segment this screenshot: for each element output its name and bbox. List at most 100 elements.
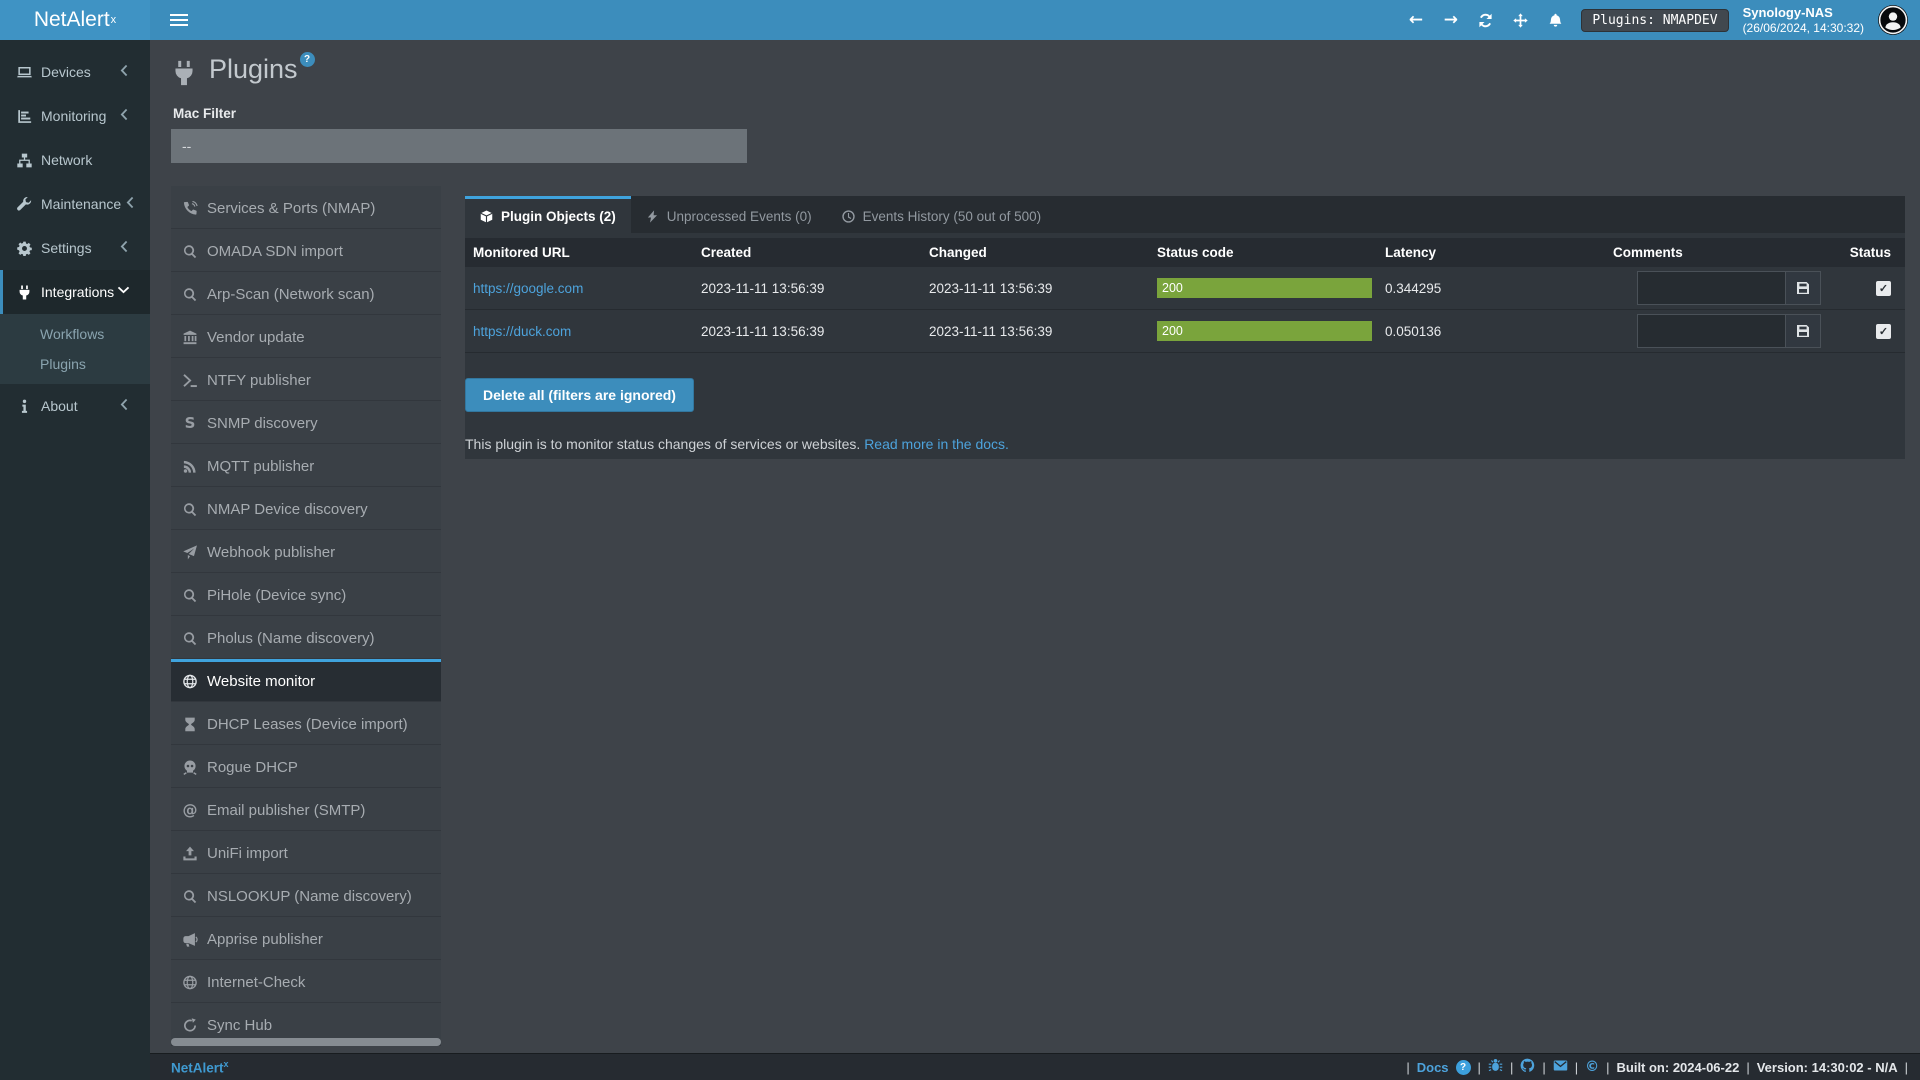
plugin-item-pholus-name-discovery[interactable]: Pholus (Name discovery) [171, 616, 441, 659]
plugin-description: This plugin is to monitor status changes… [465, 436, 1905, 452]
plugins-list-scrollbar[interactable] [171, 1038, 441, 1046]
plugin-item-ntfy-publisher[interactable]: NTFY publisher [171, 358, 441, 401]
plugin-item-nmap-device-discovery[interactable]: NMAP Device discovery [171, 487, 441, 530]
gear-icon [16, 241, 33, 256]
plugin-item-webhook-publisher[interactable]: Webhook publisher [171, 530, 441, 573]
plugin-item-internet-check[interactable]: Internet-Check [171, 960, 441, 1003]
plugin-item-email-publisher-smtp[interactable]: @Email publisher (SMTP) [171, 788, 441, 831]
monitored-url-link[interactable]: https://duck.com [473, 324, 571, 339]
plugin-item-nslookup-name-discovery[interactable]: NSLOOKUP (Name discovery) [171, 874, 441, 917]
save-icon [1796, 324, 1810, 338]
plugin-item-snmp-discovery[interactable]: SSNMP discovery [171, 401, 441, 444]
plugin-item-omada-sdn-import[interactable]: OMADA SDN import [171, 229, 441, 272]
comment-input[interactable] [1637, 314, 1785, 348]
delete-all-button[interactable]: Delete all (filters are ignored) [465, 378, 694, 412]
sidebar-item-about[interactable]: About [0, 384, 150, 428]
chevron-left-icon [115, 63, 140, 81]
plugin-item-arp-scan-network-scan[interactable]: Arp-Scan (Network scan) [171, 272, 441, 315]
chart-icon [16, 109, 33, 124]
chevron-down-icon [115, 283, 140, 301]
sidebar-subitem-plugins[interactable]: Plugins [0, 349, 150, 379]
chevron-left-icon [121, 195, 146, 213]
sidebar-submenu: WorkflowsPlugins [0, 314, 150, 384]
sidebar-subitem-workflows[interactable]: Workflows [0, 319, 150, 349]
mac-filter-label: Mac Filter [173, 106, 236, 121]
plugin-item-vendor-update[interactable]: Vendor update [171, 315, 441, 358]
sidebar-item-settings[interactable]: Settings [0, 226, 150, 270]
plugin-item-label: Vendor update [207, 329, 305, 346]
footer-brand-link[interactable]: NetAlertx [171, 1059, 229, 1076]
cube-icon [480, 210, 493, 223]
main-content: Plugins ? Mac Filter Services & Ports (N… [150, 40, 1920, 1053]
plugin-item-mqtt-publisher[interactable]: MQTT publisher [171, 444, 441, 487]
plugin-item-label: Apprise publisher [207, 931, 323, 948]
plugin-status-badge[interactable]: Plugins: NMAPDEV [1581, 9, 1728, 32]
envelope-icon[interactable] [1553, 1058, 1568, 1077]
help-badge[interactable]: ? [300, 52, 315, 67]
search-icon [180, 287, 200, 302]
plugin-item-pihole-device-sync[interactable]: PiHole (Device sync) [171, 573, 441, 616]
github-icon[interactable] [1520, 1058, 1535, 1077]
plug-icon [171, 60, 197, 86]
sidebar-item-monitoring[interactable]: Monitoring [0, 94, 150, 138]
sidebar-item-devices[interactable]: Devices [0, 50, 150, 94]
tab-plugin-objects-2[interactable]: Plugin Objects (2) [465, 196, 631, 233]
host-name: Synology-NAS [1743, 5, 1864, 21]
plugin-item-rogue-dhcp[interactable]: Rogue DHCP [171, 745, 441, 788]
plugin-item-label: NMAP Device discovery [207, 501, 368, 518]
status-cell: ✓ [1833, 267, 1905, 310]
sync-icon [180, 1018, 200, 1033]
status-checkbox[interactable]: ✓ [1876, 281, 1891, 296]
mac-filter-input[interactable] [171, 129, 747, 163]
tab-label: Events History (50 out of 500) [863, 209, 1042, 224]
question-icon[interactable]: ? [1456, 1060, 1471, 1075]
column-header-status-code: Status code [1149, 238, 1377, 267]
back-button[interactable]: ← [1398, 0, 1433, 40]
plugin-item-website-monitor[interactable]: Website monitor [171, 659, 441, 702]
status-checkbox[interactable]: ✓ [1876, 324, 1891, 339]
skull-icon [180, 760, 200, 775]
search-icon [180, 588, 200, 603]
save-comment-button[interactable] [1785, 271, 1821, 305]
fullscreen-button[interactable] [1503, 0, 1538, 40]
monitored-url-link[interactable]: https://google.com [473, 281, 583, 296]
plugin-item-apprise-publisher[interactable]: Apprise publisher [171, 917, 441, 960]
tab-label: Unprocessed Events (0) [667, 209, 812, 224]
copyright-icon[interactable]: © [1585, 1059, 1599, 1075]
envelope-icon [1553, 1058, 1568, 1073]
rss-icon [180, 459, 200, 474]
bug-icon[interactable] [1488, 1058, 1503, 1077]
forward-button[interactable]: → [1433, 0, 1468, 40]
sidebar-toggle-button[interactable] [166, 7, 192, 33]
footer: NetAlertx |Docs?||||©|Built on: 2024-06-… [150, 1053, 1920, 1080]
plugin-item-dhcp-leases-device-import[interactable]: DHCP Leases (Device import) [171, 702, 441, 745]
navbar-right: ←→ Plugins: NMAPDEV Synology-NAS (26/06/… [1398, 0, 1920, 40]
save-icon [1796, 281, 1810, 295]
sidebar-item-integrations[interactable]: Integrations [0, 270, 150, 314]
phone-volume-icon [180, 201, 200, 216]
refresh-button[interactable] [1468, 0, 1503, 40]
sidebar-item-network[interactable]: Network [0, 138, 150, 182]
docs-link[interactable]: Read more in the docs. [864, 436, 1009, 452]
plugin-item-label: Rogue DHCP [207, 759, 298, 776]
comment-input[interactable] [1637, 271, 1785, 305]
user-avatar[interactable] [1878, 5, 1908, 35]
notifications-button[interactable] [1538, 0, 1573, 40]
tab-events-history-50-out-of-500[interactable]: Events History (50 out of 500) [827, 196, 1057, 233]
footer-docs-link[interactable]: Docs [1417, 1060, 1449, 1075]
plugin-item-label: Sync Hub [207, 1017, 272, 1034]
plugin-item-label: Pholus (Name discovery) [207, 630, 375, 647]
plugin-item-services-ports-nmap[interactable]: Services & Ports (NMAP) [171, 186, 441, 229]
latency-cell: 0.050136 [1377, 310, 1605, 353]
brand-text: NetAlert [34, 8, 110, 32]
footer-separator: | [1478, 1060, 1481, 1075]
plugin-item-label: Arp-Scan (Network scan) [207, 286, 375, 303]
tab-unprocessed-events-0[interactable]: Unprocessed Events (0) [631, 196, 827, 233]
paper-plane-icon [180, 545, 200, 560]
plugin-item-unifi-import[interactable]: UniFi import [171, 831, 441, 874]
save-comment-button[interactable] [1785, 314, 1821, 348]
sidebar-item-label: Maintenance [41, 196, 121, 212]
status-code-bar: 200 [1157, 321, 1372, 341]
sidebar-item-maintenance[interactable]: Maintenance [0, 182, 150, 226]
app-logo[interactable]: NetAlertx [0, 0, 150, 40]
